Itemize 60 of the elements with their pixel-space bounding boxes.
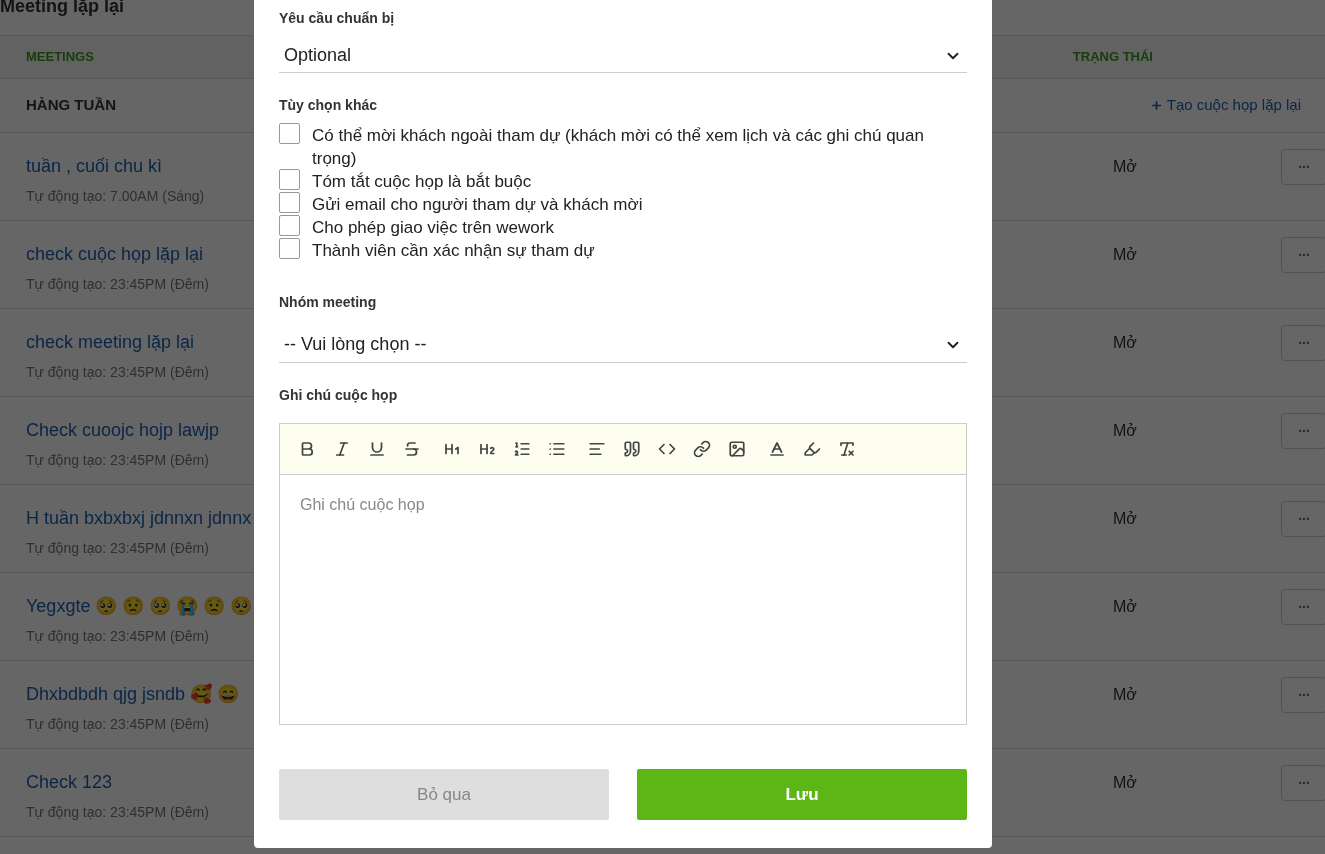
create-recurring-link[interactable]: Tạo cuộc họp lặp lại — [1149, 94, 1301, 117]
more-button[interactable]: ... — [1281, 325, 1325, 361]
status-text: Mở — [1113, 333, 1137, 353]
meeting-title-link[interactable]: Dhxbdbdh qjg jsndb 🥰 😄 — [26, 681, 240, 708]
numbered-list-icon[interactable] — [513, 440, 531, 458]
status-text: Mở — [1113, 685, 1137, 705]
more-button[interactable]: ... — [1281, 765, 1325, 801]
notes-field[interactable]: Ghi chú cuộc họp — [279, 475, 967, 725]
meeting-title-link[interactable]: check cuộc họp lặp lại — [26, 241, 209, 268]
field-label: Ghi chú cuộc họp — [279, 386, 399, 405]
checkbox[interactable] — [279, 192, 300, 213]
strikethrough-icon[interactable] — [403, 440, 421, 458]
more-button[interactable]: ... — [1281, 501, 1325, 537]
checkbox[interactable] — [279, 169, 300, 190]
meeting-title-link[interactable]: Check cuoojc hojp lawjp — [26, 417, 220, 444]
status-text: Mở — [1113, 421, 1137, 441]
status-text: Mở — [1113, 157, 1137, 177]
status-text: Mở — [1113, 773, 1137, 793]
highlight-icon[interactable] — [803, 440, 821, 458]
column-header: MEETINGS — [26, 48, 94, 67]
cancel-button[interactable]: Bỏ qua — [279, 769, 609, 820]
image-icon[interactable] — [728, 440, 746, 458]
status-text: Mở — [1113, 597, 1137, 617]
quote-icon[interactable] — [623, 440, 641, 458]
italic-icon[interactable] — [333, 440, 351, 458]
align-icon[interactable] — [588, 440, 606, 458]
option-label: Thành viên cần xác nhận sự tham dự — [312, 240, 596, 262]
field-label: Yêu cầu chuẩn bị — [279, 9, 396, 28]
more-button[interactable]: ... — [1281, 589, 1325, 625]
more-button[interactable]: ... — [1281, 149, 1325, 185]
plus-icon — [1149, 99, 1163, 112]
meeting-title-link[interactable]: Check 123 — [26, 769, 209, 796]
option-label: Gửi email cho người tham dự và khách mời — [312, 194, 644, 216]
meeting-group-select[interactable]: -- Vui lòng chọn -- — [279, 327, 967, 363]
group-heading: HÀNG TUẦN — [26, 95, 116, 116]
meeting-title-link[interactable]: H tuần bxbxbxj jdnnxn jdnnx — [26, 505, 252, 532]
more-button[interactable]: ... — [1281, 237, 1325, 273]
field-label: Tùy chọn khác — [279, 96, 379, 115]
clear-format-icon[interactable] — [838, 440, 856, 458]
option-label: Có thể mời khách ngoài tham dự (khách mời có thể xem lịch và các ghi chú quan trọng) — [312, 125, 925, 170]
status-text: Mở — [1113, 245, 1137, 265]
link-icon[interactable] — [693, 440, 711, 458]
status-text: Mở — [1113, 509, 1137, 529]
more-button[interactable]: ... — [1281, 677, 1325, 713]
meeting-title-link[interactable]: tuần , cuối chu kì — [26, 153, 205, 180]
field-label: Nhóm meeting — [279, 293, 378, 312]
option-label: Tóm tắt cuộc họp là bắt buộc — [312, 171, 533, 193]
meeting-title-link[interactable]: Yegxgte 🥺 😟 🥺 😭 😟 🥺 — [26, 593, 253, 620]
option-label: Cho phép giao việc trên wework — [312, 217, 555, 239]
save-button[interactable]: Lưu — [637, 769, 967, 820]
checkbox[interactable] — [279, 238, 300, 259]
text-color-icon[interactable] — [768, 440, 786, 458]
checkbox[interactable] — [279, 123, 300, 144]
column-header: TRẠNG THÁI — [1072, 48, 1153, 67]
bullet-list-icon[interactable] — [548, 440, 566, 458]
meeting-title-link[interactable]: check meeting lặp lại — [26, 329, 209, 356]
checkbox[interactable] — [279, 215, 300, 236]
preparation-select[interactable]: Optional — [279, 39, 967, 73]
more-button[interactable]: ... — [1281, 413, 1325, 449]
underline-icon[interactable] — [368, 440, 386, 458]
